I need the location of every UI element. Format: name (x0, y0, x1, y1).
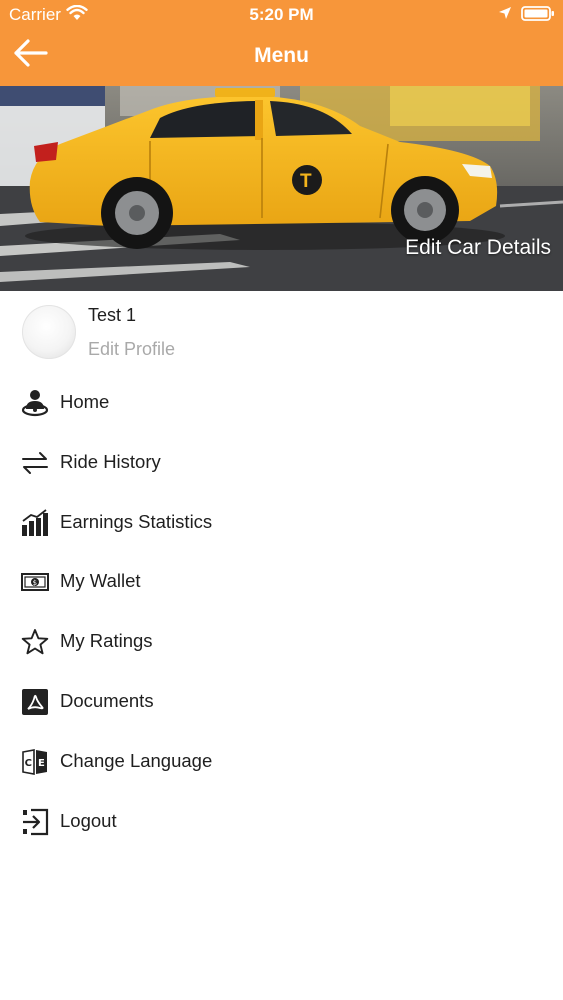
menu-item-earnings-statistics[interactable]: Earnings Statistics (0, 493, 563, 553)
status-bar: Carrier 5:20 PM (0, 0, 563, 30)
menu-item-my-ratings[interactable]: My Ratings (0, 612, 563, 672)
svg-text:T: T (300, 171, 312, 192)
menu-item-change-language[interactable]: C E Change Language (0, 732, 563, 792)
edit-profile-link[interactable]: Edit Profile (88, 339, 175, 360)
menu-item-home[interactable]: Home (0, 373, 563, 433)
page-title: Menu (254, 44, 309, 67)
menu-item-my-wallet[interactable]: $ My Wallet (0, 552, 563, 612)
banknote-icon: $ (21, 573, 49, 592)
app-header: Carrier 5:20 PM Menu (0, 0, 563, 86)
star-outline-icon (21, 629, 49, 655)
edit-car-details-link[interactable]: Edit Car Details (405, 236, 551, 260)
battery-icon (521, 6, 554, 21)
menu-item-logout[interactable]: Logout (0, 792, 563, 852)
pdf-document-icon (22, 688, 48, 715)
translate-icon: C E (22, 748, 47, 775)
avatar[interactable] (22, 305, 76, 359)
svg-text:E: E (38, 758, 45, 769)
menu-item-label: Documents (60, 689, 154, 711)
car-banner[interactable]: T Edit Car Details (0, 86, 563, 291)
logout-icon (23, 808, 49, 835)
menu-item-label: My Wallet (60, 570, 141, 592)
bar-chart-icon (22, 508, 48, 536)
menu-item-label: Ride History (60, 450, 161, 472)
menu-item-label: Home (60, 391, 110, 412)
menu-item-label: Logout (60, 809, 117, 831)
profile-section[interactable]: Test 1 Edit Profile (0, 291, 563, 371)
menu-item-label: My Ratings (60, 630, 153, 652)
svg-text:$: $ (33, 579, 37, 587)
swap-arrows-icon (22, 451, 48, 474)
menu-item-ride-history[interactable]: Ride History (0, 433, 563, 493)
side-menu: Home Ride History Earnings Statistics $ … (0, 373, 563, 851)
status-time: 5:20 PM (249, 5, 314, 24)
menu-item-label: Change Language (60, 749, 213, 771)
driver-icon (21, 390, 49, 417)
svg-text:C: C (25, 758, 32, 769)
profile-name: Test 1 (88, 305, 137, 325)
menu-item-label: Earnings Statistics (60, 510, 213, 532)
menu-item-documents[interactable]: Documents (0, 672, 563, 732)
taxi-car-image: T (0, 86, 563, 291)
location-arrow-icon (499, 7, 511, 19)
